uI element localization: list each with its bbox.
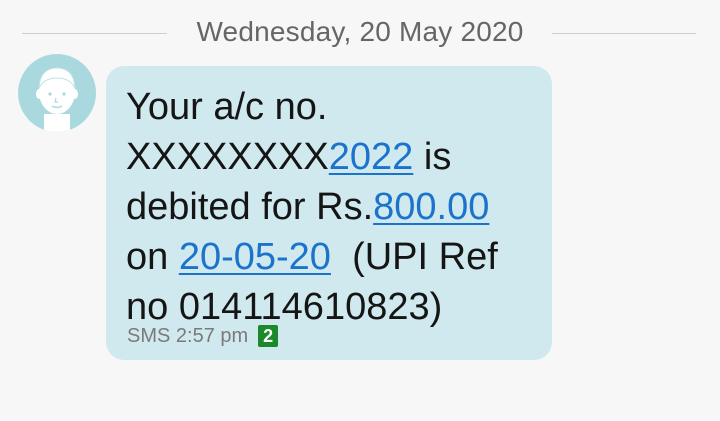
conversation-view: Wednesday, 20 May 2020 Your a/c no. XXXX… bbox=[0, 0, 720, 421]
message-line-4: on 20-05-20 (UPI Ref bbox=[126, 232, 546, 282]
message-line-4-prefix: on bbox=[126, 236, 179, 278]
masked-account-prefix: XXXXXXXX bbox=[126, 136, 329, 178]
message-line-2: XXXXXXXX2022 is bbox=[126, 132, 546, 182]
message-body: Your a/c no. XXXXXXXX2022 is debited for… bbox=[126, 82, 546, 332]
date-label: Wednesday, 20 May 2020 bbox=[196, 16, 524, 47]
message-line-1: Your a/c no. bbox=[126, 86, 328, 128]
sim-badge: 2 bbox=[258, 325, 279, 347]
account-number-link[interactable]: 2022 bbox=[329, 136, 414, 178]
message-line-3: debited for Rs.800.00 bbox=[126, 182, 546, 232]
message-timestamp: SMS 2:57 pm bbox=[127, 324, 249, 347]
avatar[interactable] bbox=[18, 54, 96, 132]
message-meta: SMS 2:57 pm 2 bbox=[127, 324, 279, 348]
message-line-4-suffix: (UPI Ref bbox=[330, 236, 498, 278]
message-bubble[interactable]: Your a/c no. XXXXXXXX2022 is debited for… bbox=[106, 66, 552, 360]
message-line-2-suffix: is bbox=[413, 136, 452, 178]
divider-line-right bbox=[552, 33, 696, 34]
divider-line-left bbox=[22, 33, 167, 34]
date-divider: Wednesday, 20 May 2020 bbox=[0, 10, 720, 54]
amount-link[interactable]: 800.00 bbox=[373, 186, 489, 228]
message-line-3-prefix: debited for Rs. bbox=[126, 186, 374, 228]
date-link[interactable]: 20-05-20 bbox=[179, 236, 331, 278]
person-icon bbox=[36, 67, 78, 132]
